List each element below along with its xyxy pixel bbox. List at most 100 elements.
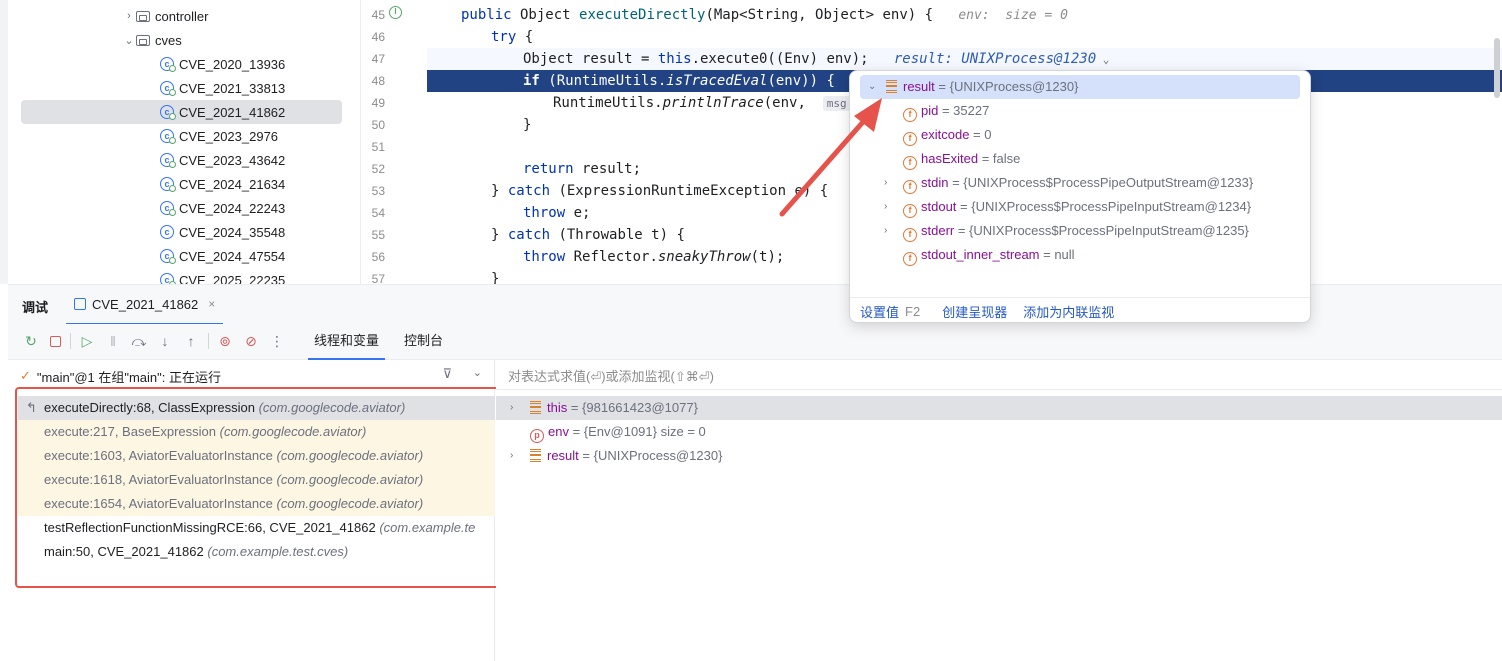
filter-icon[interactable]: ⊽: [442, 366, 452, 382]
line-number: 45: [371, 8, 385, 22]
code-line: public Object executeDirectly(Map<String…: [461, 7, 1068, 23]
tree-item-class[interactable]: c CVE_2024_21634: [160, 172, 285, 196]
field-icon: f: [903, 156, 917, 170]
chevron-right-icon[interactable]: ›: [122, 10, 136, 22]
code-line: } catch (Throwable t) {: [491, 227, 685, 243]
tool-window-title: 调试: [22, 300, 49, 315]
field-icon: f: [903, 180, 917, 194]
field-icon: f: [903, 252, 917, 266]
var-value: = false: [978, 151, 1021, 166]
variable-row[interactable]: › this = {981661423@1077}: [496, 396, 1502, 420]
class-icon: c: [160, 153, 176, 168]
tree-item-class[interactable]: c CVE_2024_35548: [160, 220, 285, 244]
popup-field-row[interactable]: f hasExited = false: [850, 147, 1310, 171]
tree-item-controller[interactable]: › controller: [122, 4, 208, 28]
class-icon: c: [160, 177, 176, 192]
popup-field-row[interactable]: f stdout_inner_stream = null: [850, 243, 1310, 267]
thread-label: "main"@1 在组"main": 正在运行: [36, 369, 221, 385]
tab-threads-variables[interactable]: 线程和变量: [308, 324, 386, 360]
chevron-down-icon[interactable]: ⌄: [122, 34, 136, 47]
step-into-icon[interactable]: ↓: [156, 332, 174, 350]
variables-panel: 对表达式求值(⏎)或添加监视(⇧⌘⏎) › this = {981661423@1…: [496, 360, 1502, 661]
set-value-link[interactable]: 设置值: [860, 302, 899, 321]
tree-item-label: cves: [155, 32, 182, 48]
var-value: = null: [1039, 247, 1075, 262]
popup-field-row[interactable]: › f stderr = {UNIXProcess$ProcessPipeInput…: [850, 219, 1310, 243]
var-name: stdout: [921, 199, 957, 214]
popup-row-root[interactable]: ⌄ result = {UNIXProcess@1230}: [860, 75, 1300, 99]
thread-selector[interactable]: ✓ "main"@1 在组"main": 正在运行: [8, 364, 495, 388]
create-renderer-link[interactable]: 创建呈现器: [942, 302, 1007, 321]
tree-item-class[interactable]: c CVE_2024_22243: [160, 196, 285, 220]
var-value: = {UNIXProcess$ProcessPipeOutputStream@1…: [948, 175, 1254, 190]
class-icon: c: [160, 273, 176, 284]
chevron-right-icon[interactable]: ›: [510, 396, 513, 420]
tab-label: CVE_2021_41862: [92, 296, 199, 312]
line-number: 54: [371, 206, 385, 220]
line-number: 46: [371, 30, 385, 44]
tree-item-cves[interactable]: ⌄ cves: [122, 28, 182, 52]
step-out-icon[interactable]: ↑: [182, 332, 200, 350]
mute-breakpoints-icon[interactable]: ⊘: [242, 332, 260, 350]
popup-footer: 设置值 F2 创建呈现器 添加为内联监视: [850, 297, 1310, 322]
debug-session-tab[interactable]: CVE_2021_41862 ×: [66, 285, 224, 325]
line-number: 51: [371, 140, 385, 154]
code-line: throw e;: [523, 205, 591, 221]
tree-item-class[interactable]: c CVE_2023_43642: [160, 148, 285, 172]
class-icon: c: [160, 105, 176, 120]
step-over-icon[interactable]: ⤼: [130, 332, 148, 350]
tree-item-label: CVE_2021_41862: [179, 104, 286, 120]
code-line: }: [491, 271, 500, 284]
more-icon[interactable]: ⋮: [268, 332, 286, 350]
tree-item-class[interactable]: c CVE_2025_22235: [160, 268, 285, 284]
var-name: pid: [921, 103, 939, 118]
class-icon: c: [160, 81, 176, 96]
variable-row[interactable]: p env = {Env@1091} size = 0: [496, 420, 1502, 444]
line-number: 57: [371, 272, 385, 284]
var-name: result: [547, 448, 579, 463]
tree-item-class[interactable]: c CVE_2023_2976: [160, 124, 278, 148]
view-breakpoints-icon[interactable]: ⊚: [216, 332, 234, 350]
var-name: hasExited: [921, 151, 979, 166]
tree-item-class[interactable]: c CVE_2024_47554: [160, 244, 285, 268]
popup-field-row[interactable]: › f stdin = {UNIXProcess$ProcessPipeOutput…: [850, 171, 1310, 195]
object-icon: [530, 401, 541, 414]
tree-item-class-selected[interactable]: c CVE_2021_41862: [21, 100, 342, 124]
inline-value-hint[interactable]: result: UNIXProcess@1230: [894, 51, 1096, 67]
editor-gutter[interactable]: 45 I 46 47 48 49 50 51 52 53 54 55 56 57: [361, 0, 427, 284]
tree-item-label: CVE_2024_21634: [179, 176, 286, 192]
tree-item-label: CVE_2024_35548: [179, 224, 286, 240]
implementation-marker-icon[interactable]: I: [389, 6, 402, 19]
chevron-right-icon[interactable]: ›: [510, 444, 513, 468]
tree-item-label: CVE_2024_47554: [179, 248, 286, 264]
popup-field-row[interactable]: f pid = 35227: [850, 99, 1310, 123]
tree-item-class[interactable]: c CVE_2020_13936: [160, 52, 285, 76]
var-name: env: [548, 424, 569, 439]
line-number: 55: [371, 228, 385, 242]
close-icon[interactable]: ×: [208, 297, 215, 311]
tree-item-class[interactable]: c CVE_2021_33813: [160, 76, 285, 100]
var-name: stdin: [921, 175, 949, 190]
var-value: = {UNIXProcess$ProcessPipeInputStream@12…: [956, 199, 1252, 214]
parameter-icon: p: [530, 429, 544, 443]
var-value: = {UNIXProcess$ProcessPipeInputStream@12…: [954, 223, 1249, 238]
class-icon: c: [160, 225, 174, 239]
popup-field-row[interactable]: › f stdout = {UNIXProcess$ProcessPipeInput…: [850, 195, 1310, 219]
stop-icon[interactable]: [46, 332, 64, 350]
resume-icon[interactable]: ▷: [78, 332, 96, 350]
value-popup: ⌄ result = {UNIXProcess@1230} f pid = 352…: [849, 70, 1311, 323]
popup-field-row[interactable]: f exitcode = 0: [850, 123, 1310, 147]
rerun-icon[interactable]: ↻: [22, 332, 40, 350]
pause-icon[interactable]: ‖: [104, 332, 122, 350]
editor-scrollbar[interactable]: [1494, 38, 1500, 98]
variable-row[interactable]: › result = {UNIXProcess@1230}: [496, 444, 1502, 468]
line-number: 56: [371, 250, 385, 264]
evaluate-expression-input[interactable]: 对表达式求值(⏎)或添加监视(⇧⌘⏎): [496, 364, 1502, 390]
tab-console[interactable]: 控制台: [398, 324, 449, 360]
code-line: try {: [491, 29, 534, 45]
check-icon: ✓: [20, 368, 31, 383]
chevron-down-icon[interactable]: ⌄: [1096, 53, 1110, 66]
chevron-down-icon[interactable]: ⌄: [473, 366, 482, 379]
add-inline-watch-link[interactable]: 添加为内联监视: [1023, 302, 1114, 321]
ide-window: › controller ⌄ cves c CVE_2020_13936 c C…: [0, 0, 1502, 661]
